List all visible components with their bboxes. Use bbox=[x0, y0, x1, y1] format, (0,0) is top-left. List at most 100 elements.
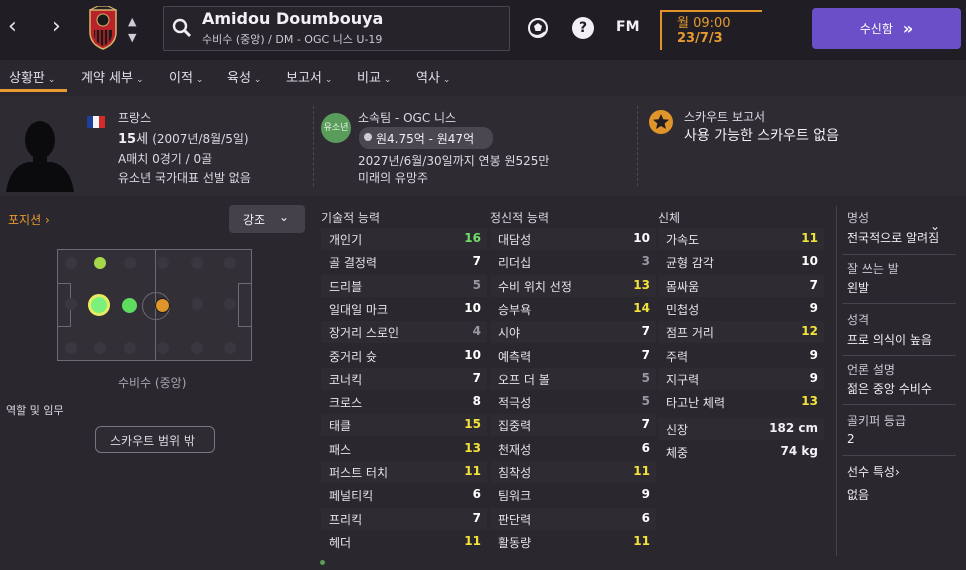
tab-development[interactable]: 육성 ⌄ bbox=[227, 67, 261, 86]
tab-overview[interactable]: 상황판 ⌄ bbox=[9, 67, 55, 86]
chevron-down-icon[interactable]: ▼ bbox=[128, 31, 136, 44]
chevron-up-icon[interactable]: ▲ bbox=[128, 15, 136, 28]
divider bbox=[842, 355, 956, 356]
attribute-row[interactable]: 크로스 8 bbox=[321, 391, 487, 414]
attribute-row[interactable]: 판단력 6 bbox=[490, 507, 656, 530]
attribute-value: 6 bbox=[641, 510, 650, 525]
attribute-name: 시야 bbox=[498, 326, 521, 341]
attribute-row[interactable]: 장거리 스로인 4 bbox=[321, 321, 487, 344]
attribute-row[interactable]: 천재성 6 bbox=[490, 437, 656, 460]
weight-value: 74 kg bbox=[780, 444, 818, 458]
help-icon[interactable]: ? bbox=[572, 17, 594, 39]
attribute-row[interactable]: 승부욕 14 bbox=[490, 297, 656, 320]
tab-label: 계약 세부 bbox=[81, 71, 133, 86]
position-caption: 수비수 (중앙) bbox=[118, 376, 187, 390]
attribute-row[interactable]: 대담성 10 bbox=[490, 228, 656, 250]
fm-menu-button[interactable]: FM bbox=[616, 19, 640, 35]
attribute-name: 일대일 마크 bbox=[329, 302, 389, 317]
attribute-row[interactable]: 코너킥 7 bbox=[321, 367, 487, 390]
tab-contract[interactable]: 계약 세부 ⌄ bbox=[81, 67, 144, 86]
gk-rating-label: 골키퍼 등급 bbox=[847, 414, 907, 428]
foot-label: 잘 쓰는 발 bbox=[847, 262, 899, 276]
scout-report-title: 스카우트 보고서 bbox=[684, 110, 766, 124]
attribute-row[interactable]: 침착성 11 bbox=[490, 461, 656, 483]
attribute-value: 3 bbox=[641, 254, 650, 269]
chevron-down-icon[interactable]: ⌄ bbox=[930, 219, 940, 233]
attribute-name: 민첩성 bbox=[666, 302, 700, 317]
attribute-row[interactable]: 태클 15 bbox=[321, 414, 487, 437]
chevron-down-icon: ⌄ bbox=[442, 75, 451, 85]
tab-compare[interactable]: 비교 ⌄ bbox=[357, 67, 391, 86]
attribute-name: 몸싸움 bbox=[666, 279, 700, 294]
attribute-row[interactable]: 점프 거리 12 bbox=[658, 321, 824, 344]
divider bbox=[842, 303, 956, 304]
traits-link[interactable]: 선수 특성› bbox=[847, 463, 900, 480]
attribute-row[interactable]: 민첩성 9 bbox=[658, 297, 824, 320]
attribute-name: 천재성 bbox=[498, 442, 532, 457]
attribute-row[interactable]: 리더십 3 bbox=[490, 251, 656, 274]
attribute-name: 활동량 bbox=[498, 535, 532, 550]
contract-info: 2027년/6월/30일까지 연봉 원525만 bbox=[358, 154, 550, 168]
attribute-name: 크로스 bbox=[329, 396, 363, 411]
attribute-value: 4 bbox=[472, 324, 481, 339]
football-icon[interactable] bbox=[527, 17, 549, 39]
traits-label: 선수 특성 bbox=[847, 465, 895, 479]
tab-label: 비교 bbox=[357, 71, 381, 86]
position-dot bbox=[224, 342, 236, 354]
attribute-row[interactable]: 팀워크 9 bbox=[490, 484, 656, 507]
media-label: 언론 설명 bbox=[847, 363, 895, 377]
attribute-name: 프리킥 bbox=[329, 512, 363, 527]
club-name[interactable]: 소속팀 - OGC 니스 bbox=[358, 109, 456, 126]
tab-history[interactable]: 역사 ⌄ bbox=[416, 67, 450, 86]
search-icon[interactable] bbox=[172, 18, 192, 38]
tab-bar bbox=[0, 60, 966, 93]
position-dot bbox=[65, 342, 77, 354]
attribute-row[interactable]: 수비 위치 선정 13 bbox=[490, 274, 656, 297]
back-arrow-icon[interactable]: ‹ bbox=[8, 14, 17, 40]
attribute-row[interactable]: 프리킥 7 bbox=[321, 507, 487, 530]
attribute-name: 태클 bbox=[329, 419, 352, 434]
tab-transfer[interactable]: 이적 ⌄ bbox=[169, 67, 203, 86]
divider bbox=[842, 404, 956, 405]
attribute-row[interactable]: 타고난 체력 13 bbox=[658, 391, 824, 414]
attribute-value: 5 bbox=[641, 370, 650, 385]
attribute-row[interactable]: 페널티킥 6 bbox=[321, 484, 487, 507]
scout-range-button[interactable]: 스카우트 범위 밖 bbox=[95, 426, 215, 453]
tab-reports[interactable]: 보고서 ⌄ bbox=[286, 67, 332, 86]
attribute-value: 11 bbox=[633, 464, 650, 478]
potential-status: 미래의 유망주 bbox=[358, 171, 429, 185]
forward-arrow-icon[interactable]: › bbox=[52, 14, 61, 40]
continue-button[interactable]: 수신함 » bbox=[812, 8, 961, 49]
attribute-name: 골 결정력 bbox=[329, 256, 377, 271]
attribute-row[interactable]: 패스 13 bbox=[321, 437, 487, 460]
attribute-row[interactable]: 일대일 마크 10 bbox=[321, 297, 487, 320]
attribute-row[interactable]: 시야 7 bbox=[490, 321, 656, 344]
attribute-row[interactable]: 주력 9 bbox=[658, 344, 824, 367]
attribute-row[interactable]: 가속도 11 bbox=[658, 228, 824, 250]
attribute-row[interactable]: 적극성 5 bbox=[490, 391, 656, 414]
attribute-row[interactable]: 개인기 16 bbox=[321, 228, 487, 250]
position-dot-competent bbox=[94, 257, 106, 269]
attribute-row[interactable]: 예측력 7 bbox=[490, 344, 656, 367]
gk-rating-value: 2 bbox=[847, 432, 855, 446]
tab-label: 역사 bbox=[416, 71, 440, 86]
attribute-row[interactable]: 집중력 7 bbox=[490, 414, 656, 437]
attribute-row[interactable]: 중거리 슛 10 bbox=[321, 344, 487, 367]
attribute-row[interactable]: 몸싸움 7 bbox=[658, 274, 824, 297]
attribute-row[interactable]: 드리블 5 bbox=[321, 274, 487, 297]
club-crest-logo[interactable] bbox=[86, 6, 120, 50]
attribute-row[interactable]: 활동량 11 bbox=[490, 530, 656, 553]
attribute-row[interactable]: 헤더 11 bbox=[321, 530, 487, 553]
highlight-dropdown[interactable]: 강조 ⌄ bbox=[229, 205, 305, 233]
attribute-row[interactable]: 퍼스트 터치 11 bbox=[321, 461, 487, 483]
attribute-name: 오프 더 볼 bbox=[498, 372, 550, 387]
attribute-value: 8 bbox=[472, 394, 481, 409]
attribute-row[interactable]: 지구력 9 bbox=[658, 367, 824, 390]
attribute-row[interactable]: 균형 감각 10 bbox=[658, 251, 824, 274]
position-link[interactable]: 포지션 › bbox=[8, 211, 50, 228]
height-row: 신장 182 cm bbox=[658, 418, 824, 440]
attribute-row[interactable]: 골 결정력 7 bbox=[321, 251, 487, 274]
attribute-row[interactable]: 오프 더 볼 5 bbox=[490, 367, 656, 390]
personality-value: 프로 의식이 높음 bbox=[847, 333, 932, 347]
chevron-down-icon: ⌄ bbox=[135, 75, 144, 85]
